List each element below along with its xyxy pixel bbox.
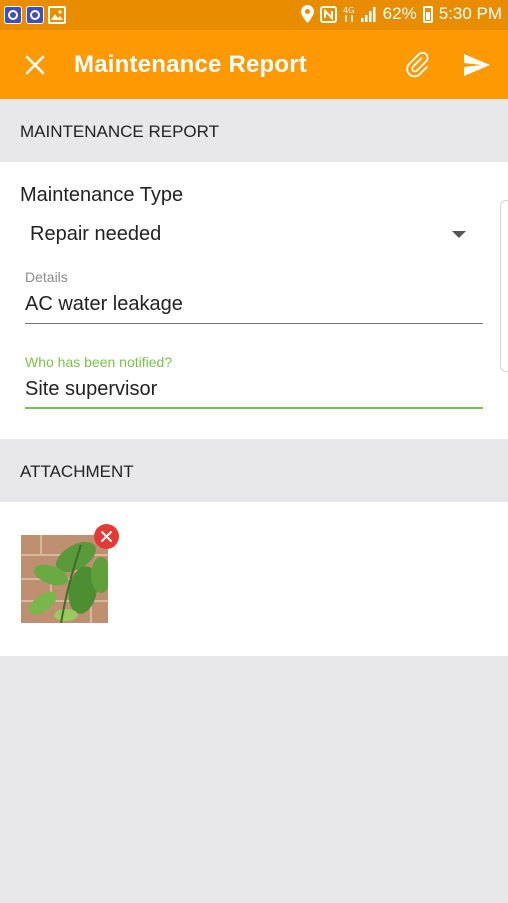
gallery-icon [48, 6, 66, 24]
signal-icon [360, 7, 376, 22]
notification-icons [4, 6, 66, 24]
paperclip-icon [406, 51, 429, 78]
section-title: MAINTENANCE REPORT [20, 122, 219, 141]
notified-field[interactable]: Site supervisor [25, 373, 483, 409]
maintenance-type-label: Maintenance Type [20, 184, 184, 206]
data-icon: 4G [343, 6, 354, 22]
section-title: ATTACHMENT [20, 462, 134, 481]
side-panel-handle[interactable] [500, 200, 508, 372]
details-field[interactable]: AC water leakage [25, 288, 483, 324]
battery-icon [422, 5, 433, 23]
details-label: Details [25, 269, 68, 285]
dropdown-caret-icon [452, 231, 466, 238]
close-icon [25, 55, 45, 75]
page-title: Maintenance Report [74, 51, 307, 78]
section-header-maintenance-report: MAINTENANCE REPORT [0, 99, 508, 162]
remove-attachment-button[interactable] [94, 524, 119, 549]
notified-value: Site supervisor [25, 378, 158, 400]
report-form: Maintenance Type Repair needed Details A… [0, 162, 508, 439]
app-bar: Maintenance Report [0, 30, 508, 99]
close-button[interactable] [18, 48, 52, 82]
notified-label: Who has been notified? [25, 354, 173, 370]
plant-photo-thumbnail [21, 535, 108, 623]
send-icon [464, 54, 490, 76]
maintenance-type-dropdown[interactable]: Repair needed [20, 220, 482, 252]
attachment-area [0, 502, 508, 656]
details-underline [25, 323, 483, 324]
clock: 5:30 PM [438, 4, 502, 23]
attachment-thumbnail[interactable] [21, 535, 108, 623]
notified-underline [25, 407, 483, 409]
section-header-attachment: ATTACHMENT [0, 439, 508, 502]
app-notification-icon [4, 6, 22, 24]
location-icon [300, 5, 314, 23]
app-notification-icon [26, 6, 44, 24]
battery-percent: 62% [382, 4, 417, 23]
system-icons: 4G 62% 5:30 PM [300, 4, 502, 24]
status-bar: 4G 62% 5:30 PM [0, 0, 508, 30]
details-value: AC water leakage [25, 293, 183, 315]
maintenance-type-value: Repair needed [30, 223, 162, 245]
send-button[interactable] [460, 48, 494, 82]
nfc-icon [319, 5, 337, 23]
attach-button[interactable] [402, 48, 436, 82]
close-icon [101, 531, 112, 542]
svg-text:4G: 4G [343, 6, 354, 15]
